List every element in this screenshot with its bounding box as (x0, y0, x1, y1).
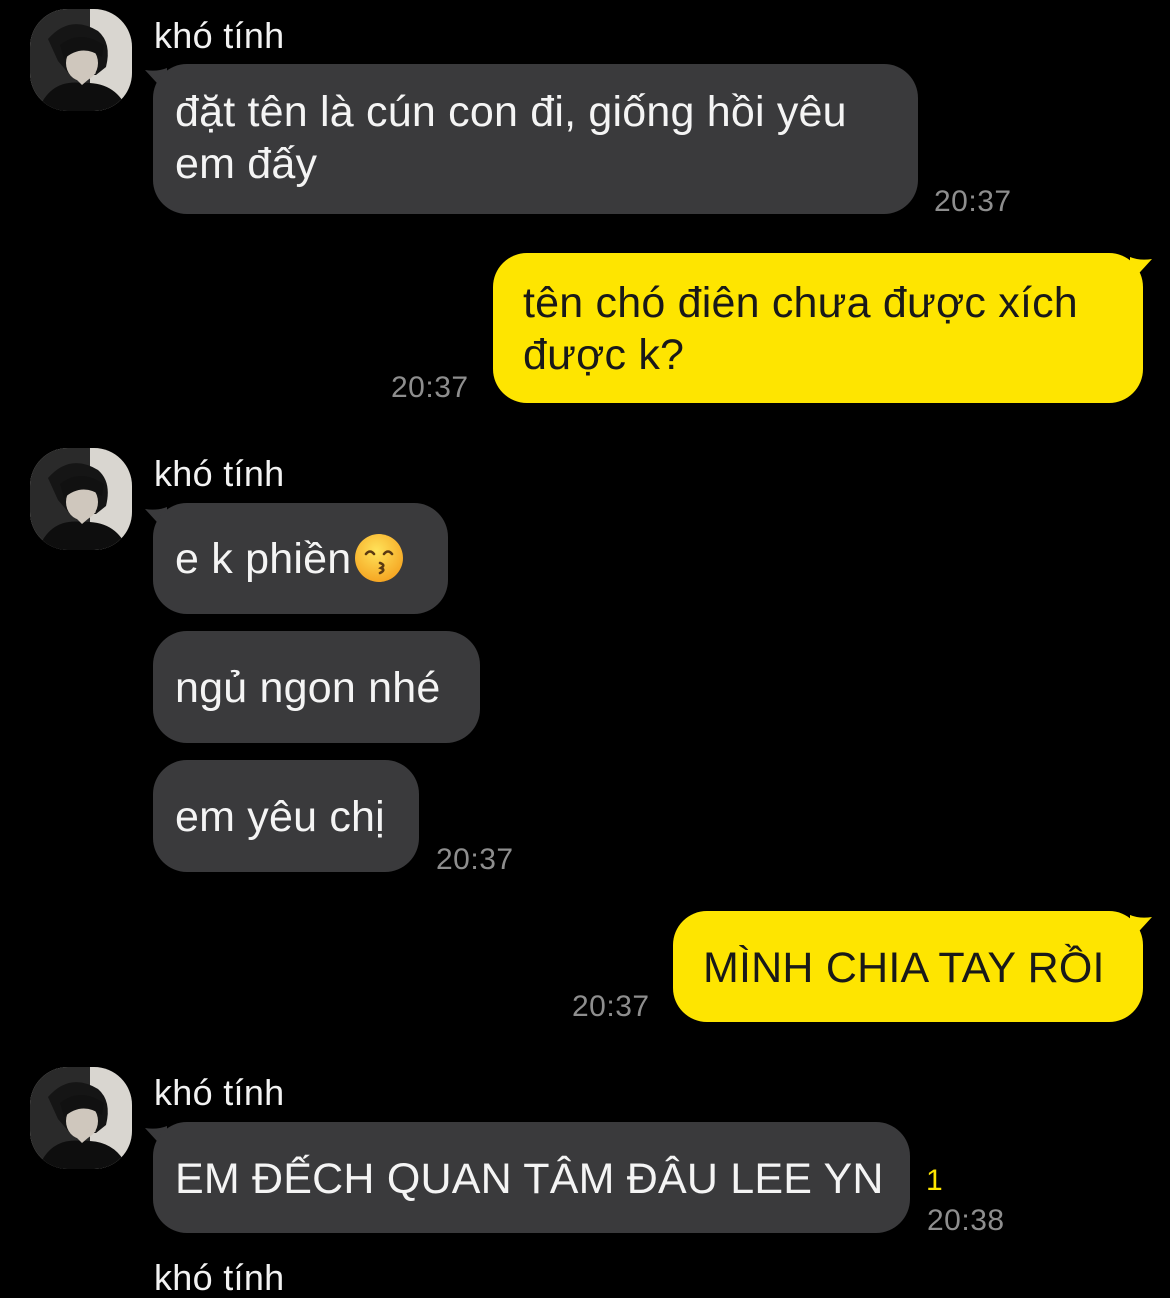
message-bubble-outgoing[interactable]: MÌNH CHIA TAY RỒI (673, 911, 1143, 1022)
message-time: 20:37 (572, 990, 650, 1023)
contact-avatar[interactable] (30, 9, 132, 111)
message-time: 20:38 (927, 1204, 1005, 1237)
message-time: 20:37 (436, 843, 514, 876)
message-bubble-outgoing[interactable]: tên chó điên chưa được xích được k? (493, 253, 1143, 403)
message-text-line: tên chó điên chưa được xích (523, 279, 1078, 327)
message-text: EM ĐẾCH QUAN TÂM ĐÂU LEE YN (175, 1155, 884, 1203)
message-text: ngủ ngon nhé (175, 664, 441, 712)
sender-name: khó tính (154, 453, 285, 494)
avatar-photo (30, 9, 132, 111)
contact-avatar[interactable] (30, 448, 132, 550)
avatar-photo (30, 1067, 132, 1169)
message-bubble-incoming[interactable]: đặt tên là cún con đi, giống hồi yêu em … (153, 64, 918, 214)
message-text-line: em đấy (175, 140, 318, 188)
unread-count-badge: 1 (926, 1164, 943, 1197)
message-text: e k phiền (175, 535, 352, 583)
kissing-face-emoji-icon (353, 532, 405, 584)
sender-name: khó tính (154, 1072, 285, 1113)
message-time: 20:37 (934, 185, 1012, 218)
message-text-line: được k? (523, 331, 685, 379)
message-text: em yêu chị (175, 793, 385, 841)
message-bubble-incoming[interactable]: ngủ ngon nhé (153, 631, 480, 743)
avatar-photo (30, 448, 132, 550)
message-bubble-incoming[interactable]: e k phiền (153, 503, 448, 614)
message-bubble-incoming[interactable]: em yêu chị (153, 760, 419, 872)
message-time: 20:37 (391, 371, 469, 404)
message-text: MÌNH CHIA TAY RỒI (703, 944, 1105, 992)
sender-name: khó tính (154, 15, 285, 56)
message-text-line: đặt tên là cún con đi, giống hồi yêu (175, 88, 847, 136)
message-bubble-incoming[interactable]: EM ĐẾCH QUAN TÂM ĐÂU LEE YN (153, 1122, 910, 1233)
contact-avatar[interactable] (30, 1067, 132, 1169)
sender-name-partial: khó tính (154, 1257, 285, 1298)
